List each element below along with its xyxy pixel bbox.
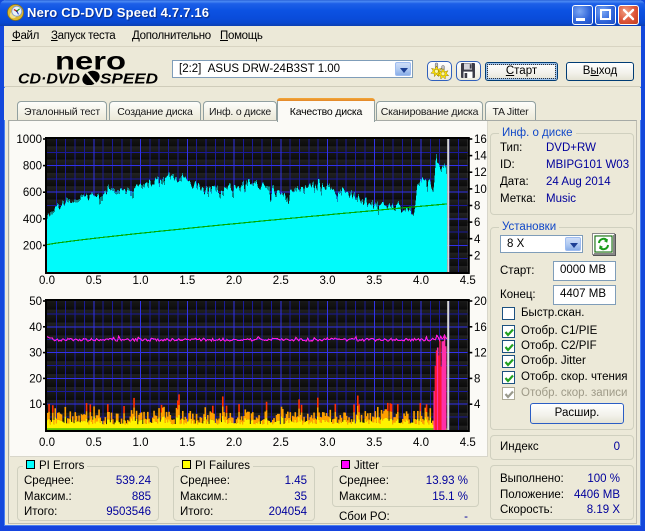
svg-text:12: 12	[474, 167, 487, 179]
svg-text:0.5: 0.5	[86, 275, 102, 287]
svg-text:2.5: 2.5	[273, 275, 289, 287]
svg-text:2.0: 2.0	[226, 275, 242, 287]
svg-text:12: 12	[474, 348, 487, 360]
svg-text:6: 6	[474, 217, 480, 229]
svg-text:20: 20	[29, 373, 42, 385]
svg-text:1.0: 1.0	[133, 437, 149, 449]
svg-text:1.5: 1.5	[179, 275, 195, 287]
svg-text:16: 16	[474, 322, 487, 334]
svg-text:10: 10	[29, 399, 42, 411]
svg-text:16: 16	[474, 134, 487, 146]
svg-text:1000: 1000	[16, 134, 42, 146]
svg-text:8: 8	[474, 373, 480, 385]
svg-text:200: 200	[23, 240, 42, 252]
svg-text:4: 4	[474, 399, 481, 411]
svg-text:0.0: 0.0	[39, 437, 55, 449]
svg-text:30: 30	[29, 348, 42, 360]
svg-text:400: 400	[23, 214, 42, 226]
svg-text:800: 800	[23, 161, 42, 173]
svg-text:1.0: 1.0	[133, 275, 149, 287]
svg-text:2: 2	[474, 250, 480, 262]
svg-text:4.0: 4.0	[413, 275, 429, 287]
svg-text:10: 10	[474, 184, 487, 196]
svg-text:4.5: 4.5	[460, 275, 476, 287]
svg-text:3.5: 3.5	[366, 275, 382, 287]
svg-text:0.5: 0.5	[86, 437, 102, 449]
svg-text:3.0: 3.0	[320, 437, 336, 449]
svg-text:0.0: 0.0	[39, 275, 55, 287]
svg-text:3.5: 3.5	[366, 437, 382, 449]
svg-text:40: 40	[29, 322, 42, 334]
svg-text:4.5: 4.5	[460, 437, 476, 449]
svg-text:2.0: 2.0	[226, 437, 242, 449]
svg-text:4.0: 4.0	[413, 437, 429, 449]
svg-text:600: 600	[23, 187, 42, 199]
svg-text:20: 20	[474, 296, 487, 308]
svg-text:3.0: 3.0	[320, 275, 336, 287]
svg-text:8: 8	[474, 201, 480, 213]
svg-text:1.5: 1.5	[179, 437, 195, 449]
svg-text:2.5: 2.5	[273, 437, 289, 449]
svg-text:4: 4	[474, 234, 481, 246]
svg-text:50: 50	[29, 296, 42, 308]
svg-text:14: 14	[474, 151, 487, 163]
